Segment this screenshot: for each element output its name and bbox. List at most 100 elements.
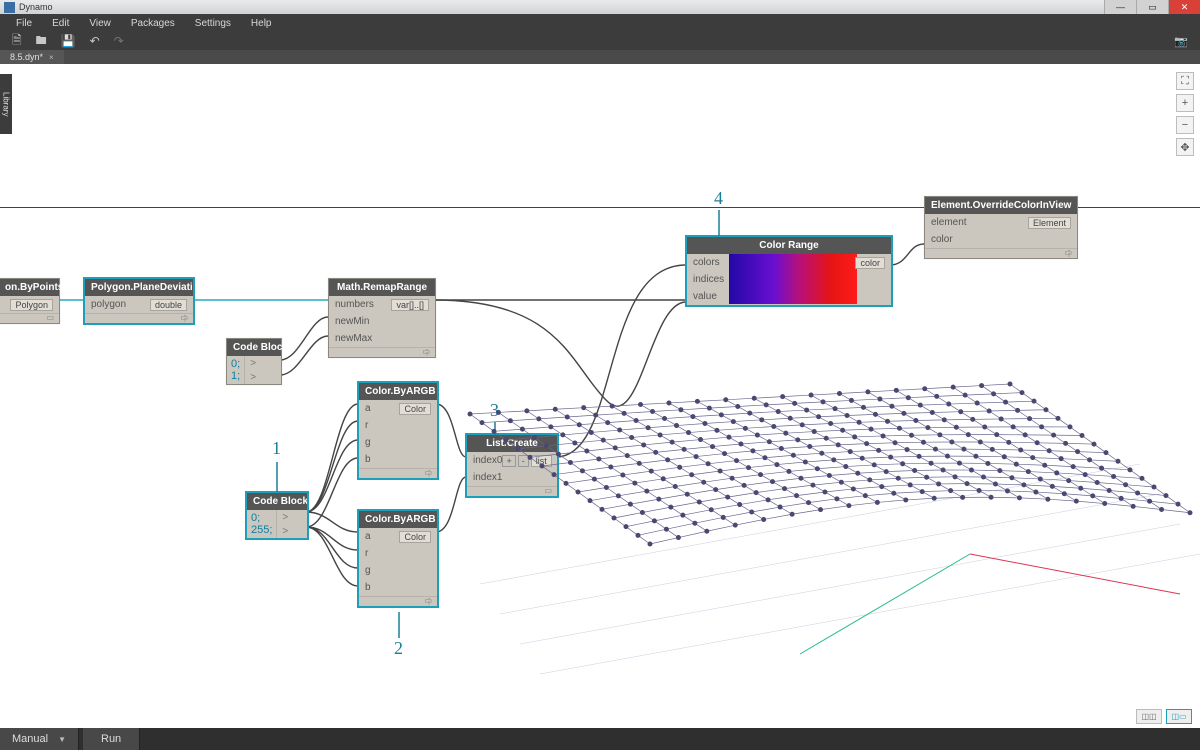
node-title: Code Block xyxy=(227,339,281,356)
menu-settings[interactable]: Settings xyxy=(185,15,241,32)
node-title: Math.RemapRange xyxy=(329,279,435,296)
tab-file[interactable]: 8.5.dyn* × xyxy=(0,50,64,64)
menu-help[interactable]: Help xyxy=(241,15,282,32)
save-icon[interactable]: 💾 xyxy=(61,34,76,48)
input-port[interactable]: index0 xyxy=(473,455,502,466)
node-title: List.Create xyxy=(467,435,557,452)
input-port[interactable]: colors xyxy=(693,257,720,268)
run-mode-dropdown[interactable]: Manual ▼ xyxy=(0,728,79,750)
node-list-create[interactable]: List.Create index0 + - list index1 xyxy=(466,434,558,497)
tab-close-icon[interactable]: × xyxy=(49,53,54,62)
output-port[interactable]: > xyxy=(277,512,293,523)
remove-input-button[interactable]: - xyxy=(518,455,529,467)
node-override-color[interactable]: Element.OverrideColorInView element Eleme… xyxy=(924,196,1078,259)
output-port[interactable]: Color xyxy=(399,403,431,415)
node-title: Polygon.PlaneDeviation xyxy=(85,279,193,296)
graph-view-button[interactable]: ◫◫ xyxy=(1136,709,1162,724)
geometry-view-button[interactable]: ◫▭ xyxy=(1166,709,1192,724)
toolbar: 🗎 🖿 💾 ↶ ↷ 📷 xyxy=(0,32,1200,50)
new-file-icon[interactable]: 🗎 xyxy=(12,31,22,52)
window-titlebar: Dynamo — ▭ ✕ xyxy=(0,0,1200,14)
output-port[interactable]: Element xyxy=(1028,217,1071,229)
menu-edit[interactable]: Edit xyxy=(42,15,79,32)
node-code-block-1[interactable]: Code Block 0; 1; > > xyxy=(226,338,282,385)
lacing-icon[interactable]: ⋮ xyxy=(425,469,433,478)
code-editor[interactable]: 0; 1; xyxy=(227,356,244,384)
output-port[interactable]: > xyxy=(245,358,261,369)
app-icon xyxy=(4,2,15,13)
node-title: Element.OverrideColorInView xyxy=(925,197,1077,214)
input-port[interactable]: element xyxy=(931,217,967,228)
menu-file[interactable]: File xyxy=(6,15,42,32)
input-port[interactable]: color xyxy=(931,234,953,245)
input-port[interactable]: a xyxy=(365,531,371,542)
input-port[interactable]: polygon xyxy=(91,299,126,310)
node-color-range[interactable]: Color Range colors indices value color xyxy=(686,236,892,306)
input-port[interactable]: b xyxy=(365,454,371,465)
annotation-4: 4 xyxy=(714,188,723,209)
input-port[interactable]: b xyxy=(365,582,371,593)
wires-overlay xyxy=(0,64,1200,728)
chevron-down-icon: ▼ xyxy=(58,735,66,744)
undo-icon[interactable]: ↶ xyxy=(90,34,100,48)
window-minimize-button[interactable]: — xyxy=(1104,0,1136,14)
fit-view-button[interactable]: ⛶ xyxy=(1176,72,1194,90)
graph-canvas[interactable]: Library xyxy=(0,64,1200,728)
lacing-icon[interactable]: ⋮ xyxy=(425,597,433,606)
input-port[interactable]: value xyxy=(693,291,717,302)
annotation-1: 1 xyxy=(272,438,281,459)
input-port[interactable]: g xyxy=(365,565,371,576)
output-port[interactable]: var[]..[] xyxy=(391,299,429,311)
input-port[interactable]: numbers xyxy=(335,299,374,310)
node-title: on.ByPoints xyxy=(0,279,59,296)
camera-icon[interactable]: 📷 xyxy=(1174,35,1188,48)
lacing-icon[interactable]: ⋮ xyxy=(181,314,189,323)
input-port[interactable]: indices xyxy=(693,274,724,285)
code-editor[interactable]: 0; 255; xyxy=(247,510,276,538)
menu-packages[interactable]: Packages xyxy=(121,15,185,32)
node-title: Code Block xyxy=(247,493,307,510)
pan-button[interactable]: ✥ xyxy=(1176,138,1194,156)
node-color-byargb-1[interactable]: Color.ByARGB a Color r g b ⋮ xyxy=(358,382,438,479)
open-file-icon[interactable]: 🖿 xyxy=(36,32,47,51)
output-port[interactable]: double xyxy=(150,299,187,311)
node-title: Color Range xyxy=(687,237,891,254)
output-port[interactable]: Polygon xyxy=(10,299,53,311)
node-title: Color.ByARGB xyxy=(359,511,437,528)
input-port[interactable]: g xyxy=(365,437,371,448)
node-code-block-2[interactable]: Code Block 0; 255; > > xyxy=(246,492,308,539)
node-plane-deviation[interactable]: Polygon.PlaneDeviation polygon double ⋮ xyxy=(84,278,194,324)
zoom-out-button[interactable]: − xyxy=(1176,116,1194,134)
output-port[interactable]: color xyxy=(855,257,885,269)
window-close-button[interactable]: ✕ xyxy=(1168,0,1200,14)
window-maximize-button[interactable]: ▭ xyxy=(1136,0,1168,14)
output-port[interactable]: Color xyxy=(399,531,431,543)
input-port[interactable]: newMin xyxy=(335,316,369,327)
run-mode-label: Manual xyxy=(12,733,48,745)
input-port[interactable]: index1 xyxy=(473,472,502,483)
input-port[interactable]: newMax xyxy=(335,333,372,344)
output-port[interactable]: list xyxy=(531,455,552,467)
view-switcher: ◫◫ ◫▭ xyxy=(1136,709,1192,724)
input-port[interactable]: a xyxy=(365,403,371,414)
run-button[interactable]: Run xyxy=(83,728,140,750)
annotation-2: 2 xyxy=(394,638,403,659)
output-port[interactable]: > xyxy=(277,526,293,537)
node-color-byargb-2[interactable]: Color.ByARGB a Color r g b ⋮ xyxy=(358,510,438,607)
app-title: Dynamo xyxy=(19,2,53,12)
viewport-controls: ⛶ + − ✥ xyxy=(1176,72,1194,156)
node-bypoints[interactable]: on.ByPoints Polygon xyxy=(0,278,60,324)
output-port[interactable]: > xyxy=(245,372,261,383)
redo-icon[interactable]: ↷ xyxy=(114,34,124,48)
input-port[interactable]: r xyxy=(365,548,368,559)
add-input-button[interactable]: + xyxy=(502,455,515,467)
input-port[interactable]: r xyxy=(365,420,368,431)
node-remap-range[interactable]: Math.RemapRange numbersvar[]..[] newMin … xyxy=(328,278,436,358)
node-title: Color.ByARGB xyxy=(359,383,437,400)
status-bar: Manual ▼ Run xyxy=(0,728,1200,750)
zoom-in-button[interactable]: + xyxy=(1176,94,1194,112)
lacing-icon[interactable]: ⋮ xyxy=(423,348,431,357)
menu-view[interactable]: View xyxy=(79,15,121,32)
lacing-icon[interactable]: ⋮ xyxy=(1065,249,1073,258)
tab-label: 8.5.dyn* xyxy=(10,52,43,62)
